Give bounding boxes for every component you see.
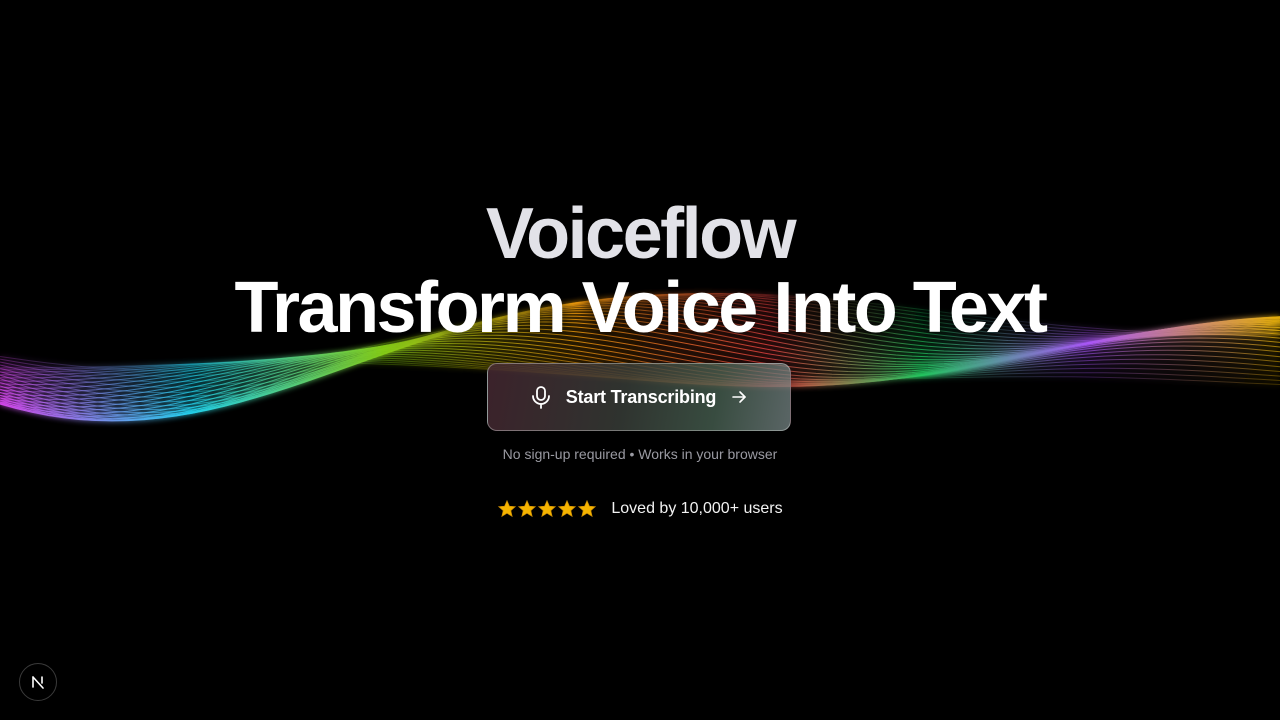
star-icon [558,499,577,518]
rating-text: Loved by 10,000+ users [611,500,783,517]
start-transcribing-label: Start Transcribing [565,386,717,407]
landing-page: Voiceflow Transform Voice Into Text Star… [0,0,1280,720]
star-icon [518,499,537,518]
cta-subtext: No sign-up required • Works in your brow… [502,446,778,462]
star-icon [498,499,517,518]
n-logo-icon [30,674,46,690]
rating-row: Loved by 10,000+ users [0,498,1280,520]
star-icon [538,499,557,518]
page-title: Voiceflow [485,194,797,274]
page-subtitle: Transform Voice Into Text [234,268,1049,348]
microphone-icon [530,385,552,409]
star-rating [497,498,597,520]
star-icon [578,499,597,518]
arrow-right-icon [730,388,748,406]
start-transcribing-button[interactable]: Start Transcribing [487,363,791,431]
hero-section: Voiceflow Transform Voice Into Text Star… [0,0,1280,720]
dev-tools-badge[interactable] [19,663,57,701]
